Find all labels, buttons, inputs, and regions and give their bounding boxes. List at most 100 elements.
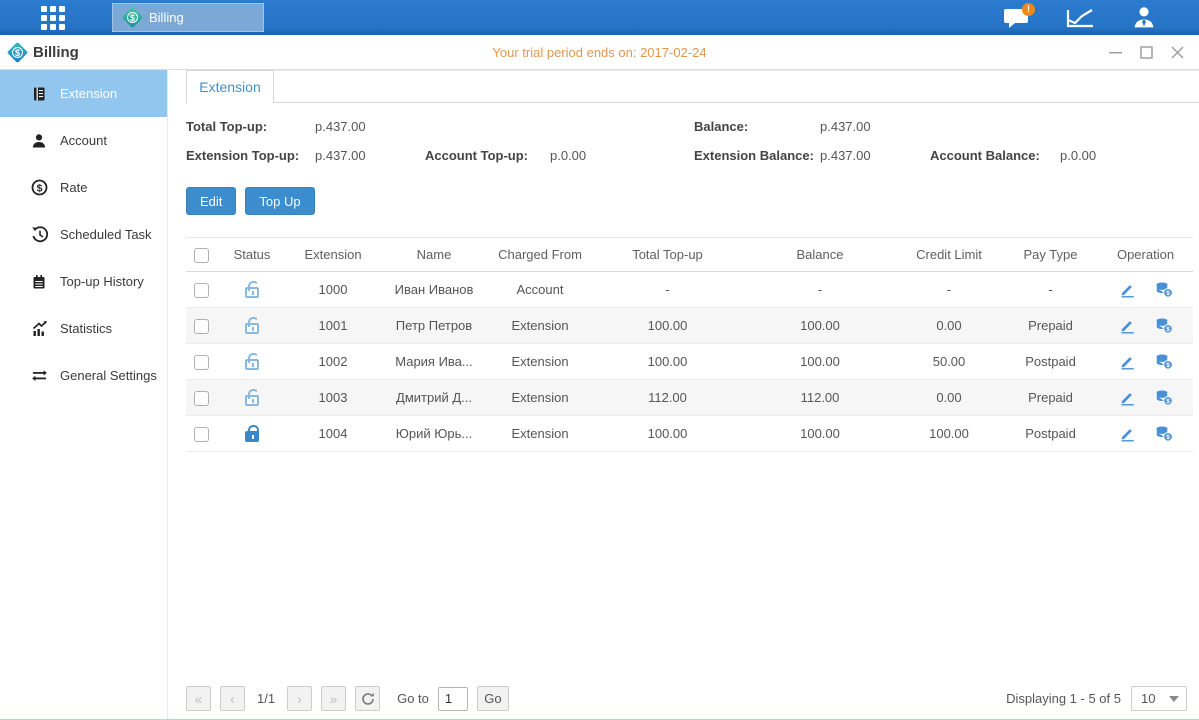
column-header-pay-type: Pay Type [1003, 238, 1098, 272]
sidebar-item-label: Extension [60, 86, 117, 101]
window-title: Billing [33, 44, 79, 61]
page-size-value: 10 [1141, 691, 1155, 706]
prev-page-button[interactable]: ‹ [220, 686, 245, 711]
pagination-bar: « ‹ 1/1 › » Go to Go Displaying 1 - 5 of… [186, 686, 1187, 711]
lock-status-icon [245, 323, 259, 334]
sliders-icon [30, 367, 48, 385]
goto-label: Go to [397, 691, 429, 706]
total-topup-value: p.437.00 [315, 119, 425, 134]
sidebar-item-statistics[interactable]: Statistics [0, 305, 167, 352]
total-topup-cell: 100.00 [590, 416, 745, 452]
row-checkbox[interactable] [194, 355, 209, 370]
next-page-button[interactable]: › [287, 686, 312, 711]
lock-status-icon [245, 359, 259, 370]
user-account-icon[interactable] [1129, 5, 1159, 31]
reports-chart-icon[interactable] [1065, 5, 1095, 31]
column-header-charged-from: Charged From [490, 238, 590, 272]
edit-pencil-icon[interactable] [1119, 389, 1137, 406]
top-up-coins-icon[interactable]: $ [1155, 281, 1173, 298]
sidebar-item-scheduled-task[interactable]: Scheduled Task [0, 211, 167, 258]
sidebar-item-label: Scheduled Task [60, 227, 152, 242]
top-up-coins-icon[interactable]: $ [1155, 353, 1173, 370]
balance-cell: 100.00 [745, 308, 895, 344]
tab-bar: Extension [168, 70, 1199, 103]
sidebar: Extension Account $ Rate Scheduled Task [0, 70, 168, 719]
close-button[interactable] [1169, 44, 1185, 60]
taskbar-tab-billing[interactable]: $ Billing [112, 3, 264, 32]
pay-type-cell: Postpaid [1003, 416, 1098, 452]
tab-extension[interactable]: Extension [186, 70, 274, 103]
column-header-status: Status [216, 238, 288, 272]
row-checkbox[interactable] [194, 391, 209, 406]
table-body: 1000 Иван Иванов Account - - - - [186, 272, 1193, 452]
sidebar-item-label: Top-up History [60, 274, 144, 289]
account-balance-label: Account Balance: [930, 148, 1060, 163]
app-launcher-grid-icon[interactable] [38, 3, 68, 33]
column-header-credit-limit: Credit Limit [895, 238, 1003, 272]
sidebar-item-general-settings[interactable]: General Settings [0, 352, 167, 399]
top-up-coins-icon[interactable]: $ [1155, 425, 1173, 442]
column-header-total-topup: Total Top-up [590, 238, 745, 272]
last-page-button[interactable]: » [321, 686, 346, 711]
go-button[interactable]: Go [477, 686, 509, 711]
name-cell: Дмитрий Д... [378, 380, 490, 416]
column-header-extension: Extension [288, 238, 378, 272]
svg-text:$: $ [1166, 398, 1170, 405]
goto-page-input[interactable] [438, 687, 468, 711]
top-up-button[interactable]: Top Up [245, 187, 314, 215]
summary-panel: Total Top-up: p.437.00 Balance: p.437.00… [186, 119, 1199, 163]
balance-cell: 112.00 [745, 380, 895, 416]
charged-from-cell: Extension [490, 380, 590, 416]
billing-app-window: $ Billing ! $ Billing Your trial period … [0, 0, 1199, 720]
edit-pencil-icon[interactable] [1119, 353, 1137, 370]
refresh-button[interactable] [355, 686, 380, 711]
sidebar-item-rate[interactable]: $ Rate [0, 164, 167, 211]
charged-from-cell: Account [490, 272, 590, 308]
minimize-button[interactable] [1107, 44, 1123, 60]
sidebar-item-label: Statistics [60, 321, 112, 336]
notifications-chat-icon[interactable]: ! [1001, 5, 1031, 31]
charged-from-cell: Extension [490, 416, 590, 452]
top-up-coins-icon[interactable]: $ [1155, 317, 1173, 334]
edit-pencil-icon[interactable] [1119, 281, 1137, 298]
sidebar-item-extension[interactable]: Extension [0, 70, 167, 117]
row-checkbox[interactable] [194, 283, 209, 298]
total-topup-cell: 112.00 [590, 380, 745, 416]
extension-topup-label: Extension Top-up: [186, 148, 315, 163]
extension-cell: 1000 [288, 272, 378, 308]
page-size-select[interactable]: 10 [1131, 686, 1187, 711]
edit-pencil-icon[interactable] [1119, 425, 1137, 442]
sidebar-item-account[interactable]: Account [0, 117, 167, 164]
sidebar-item-topup-history[interactable]: Top-up History [0, 258, 167, 305]
pay-type-cell: Prepaid [1003, 308, 1098, 344]
chevron-down-icon [1169, 696, 1179, 702]
top-up-coins-icon[interactable]: $ [1155, 389, 1173, 406]
taskbar-tab-label: Billing [149, 10, 184, 25]
edit-pencil-icon[interactable] [1119, 317, 1137, 334]
row-checkbox[interactable] [194, 427, 209, 442]
extension-topup-value: p.437.00 [315, 148, 425, 163]
lock-status-icon [245, 395, 259, 406]
sidebar-item-label: Account [60, 133, 107, 148]
row-checkbox[interactable] [194, 319, 209, 334]
select-all-checkbox[interactable] [194, 248, 209, 263]
name-cell: Мария Ива... [378, 344, 490, 380]
displaying-count: Displaying 1 - 5 of 5 [1006, 691, 1121, 706]
tab-bar-filler [274, 70, 1199, 103]
edit-button[interactable]: Edit [186, 187, 236, 215]
pay-type-cell: Postpaid [1003, 344, 1098, 380]
table-row: 1002 Мария Ива... Extension 100.00 100.0… [186, 344, 1193, 380]
svg-text:$: $ [1166, 434, 1170, 441]
column-header-operation: Operation [1098, 238, 1193, 272]
name-cell: Иван Иванов [378, 272, 490, 308]
window-titlebar: $ Billing Your trial period ends on: 201… [0, 35, 1199, 70]
maximize-button[interactable] [1138, 44, 1154, 60]
account-balance-value: p.0.00 [1060, 148, 1199, 163]
credit-limit-cell: - [895, 272, 1003, 308]
table-row: 1003 Дмитрий Д... Extension 112.00 112.0… [186, 380, 1193, 416]
balance-label: Balance: [694, 119, 820, 134]
extension-balance-value: p.437.00 [820, 148, 930, 163]
total-topup-cell: - [590, 272, 745, 308]
first-page-button[interactable]: « [186, 686, 211, 711]
top-navbar: $ Billing ! [0, 0, 1199, 35]
